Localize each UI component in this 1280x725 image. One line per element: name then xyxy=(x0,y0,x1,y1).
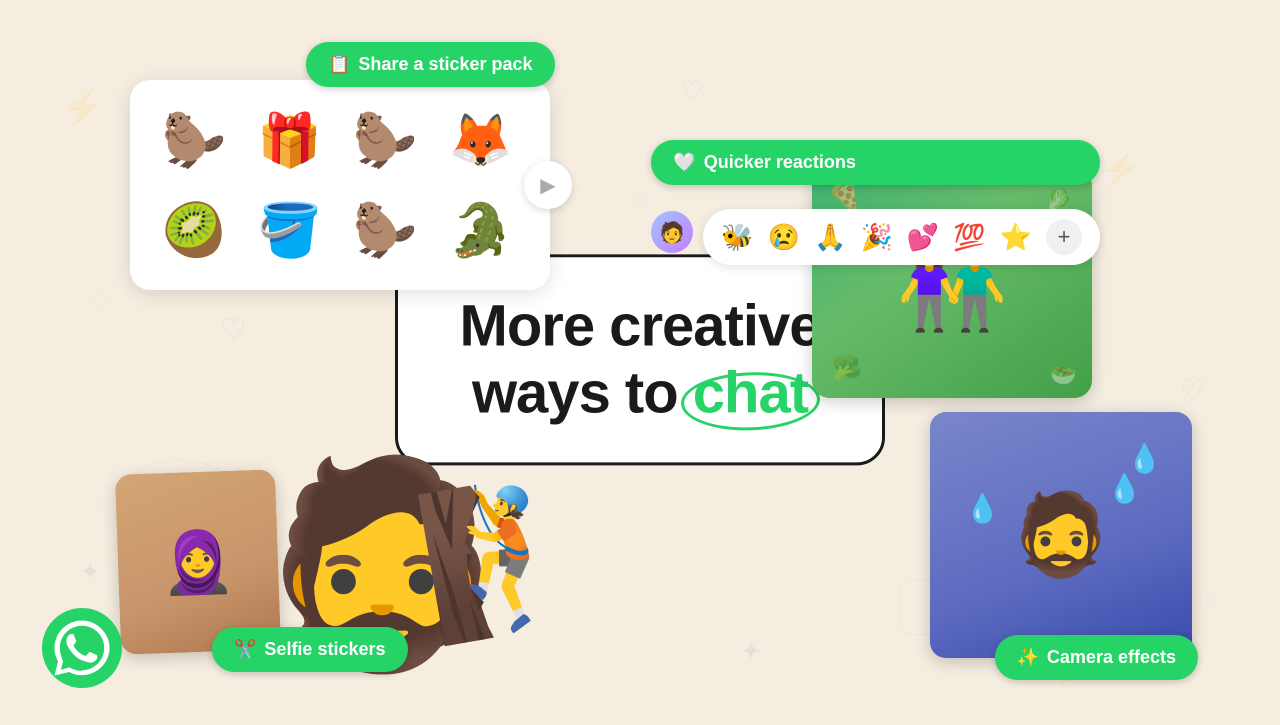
reaction-cry[interactable]: 😢 xyxy=(768,222,800,253)
reactions-avatar: 🧑 xyxy=(651,211,693,253)
quicker-reactions-label: Quicker reactions xyxy=(704,152,856,173)
headline-text: More creative ways to chat xyxy=(458,293,822,426)
sticker-5: 🥝 xyxy=(154,190,234,270)
svg-text:✦: ✦ xyxy=(740,636,762,666)
camera-effects-label: Camera effects xyxy=(1047,647,1176,668)
sticker-4: 🦊 xyxy=(441,100,521,180)
reactions-heart-icon: 🤍 xyxy=(673,152,695,173)
selfie-stickers-badge: ✂️ Selfie stickers xyxy=(212,627,408,672)
tear-emoji-3: 💧 xyxy=(965,492,1000,525)
reaction-pray[interactable]: 🙏 xyxy=(814,222,846,253)
reaction-party[interactable]: 🎉 xyxy=(861,222,893,253)
sticker-3: 🦫 xyxy=(345,100,425,180)
tear-emoji-2: 💧 xyxy=(1107,472,1142,505)
selfie-emoji: 🧕 xyxy=(159,525,236,599)
sticker-6: 🪣 xyxy=(250,190,330,270)
svg-text:✦: ✦ xyxy=(80,559,100,586)
svg-text:♡: ♡ xyxy=(680,75,705,106)
reaction-hearts[interactable]: 💕 xyxy=(907,222,939,253)
selfie-stickers-icon: ✂️ xyxy=(234,639,256,660)
headline-line1: More creative xyxy=(460,293,821,358)
send-button[interactable]: ▶ xyxy=(524,161,572,209)
tear-emoji-1: 💧 xyxy=(1127,442,1162,475)
reaction-100[interactable]: 💯 xyxy=(953,222,985,253)
svg-text:⚡: ⚡ xyxy=(60,87,105,129)
sticker-8: 🐊 xyxy=(441,190,521,270)
sticker-2: 🎁 xyxy=(250,100,330,180)
camera-person-emoji: 🧔 xyxy=(1011,488,1111,582)
camera-effects-icon: ✨ xyxy=(1017,647,1039,668)
whatsapp-logo xyxy=(42,608,122,688)
camera-effects-badge: ✨ Camera effects xyxy=(995,635,1199,680)
svg-text:♡: ♡ xyxy=(1180,375,1205,406)
skier-figure: 🧗 xyxy=(407,462,607,654)
reactions-panel: 🤍 Quicker reactions 🧑 🐝 😢 🙏 🎉 💕 💯 ⭐ + xyxy=(651,140,1100,265)
sticker-grid: 🦫 🎁 🦫 🦊 🥝 🪣 🦫 🐊 xyxy=(154,100,526,270)
svg-text:⚡: ⚡ xyxy=(1100,151,1140,188)
sticker-7: 🦫 xyxy=(345,190,425,270)
reaction-bee[interactable]: 🐝 xyxy=(721,222,753,253)
share-sticker-icon: 📋 xyxy=(328,54,350,75)
reactions-add-button[interactable]: + xyxy=(1046,219,1082,255)
selfie-stickers-label: Selfie stickers xyxy=(264,639,385,660)
share-sticker-label: Share a sticker pack xyxy=(358,54,532,75)
quicker-reactions-badge: 🤍 Quicker reactions xyxy=(651,140,1100,185)
reactions-emoji-bar[interactable]: 🐝 😢 🙏 🎉 💕 💯 ⭐ + xyxy=(703,209,1100,265)
sticker-pack-panel: 🦫 🎁 🦫 🦊 🥝 🪣 🦫 🐊 ▶ xyxy=(130,80,550,290)
reaction-star[interactable]: ⭐ xyxy=(1000,222,1032,253)
svg-text:♡: ♡ xyxy=(220,314,247,347)
headline-chat-word: chat xyxy=(693,360,808,427)
camera-inner: 🧔 💧 💧 💧 xyxy=(930,412,1192,658)
headline-line2: ways to xyxy=(472,360,693,425)
camera-photo: 🧔 💧 💧 💧 xyxy=(930,412,1192,658)
sticker-1: 🦫 xyxy=(154,100,234,180)
share-sticker-badge: 📋 Share a sticker pack xyxy=(306,42,555,87)
